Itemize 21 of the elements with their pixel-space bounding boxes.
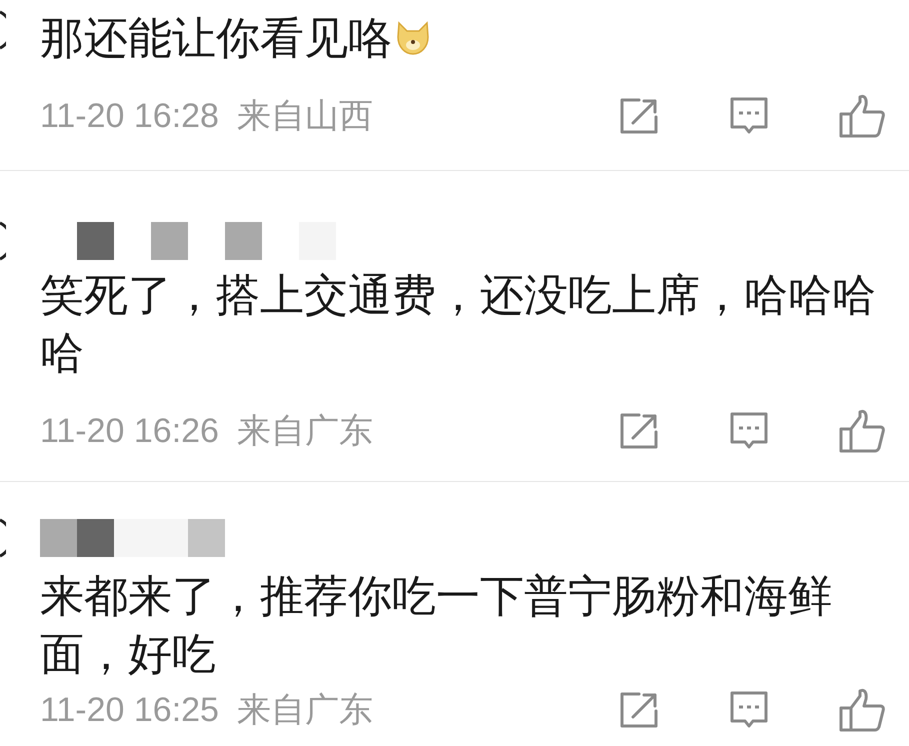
comment-time: 11-20 16:26 [40, 410, 219, 452]
comment-icon[interactable] [729, 96, 769, 136]
comment-location: 来自广东 [236, 690, 373, 730]
comment-time: 11-20 16:28 [40, 96, 219, 136]
comment-text: 那还能让你看见咯 [40, 14, 392, 63]
avatar-edge-icon [0, 518, 6, 558]
thumbs-up-icon[interactable] [839, 688, 885, 732]
comment-location: 来自广东 [236, 410, 373, 452]
comment-icon[interactable] [729, 690, 769, 730]
comment-text: 笑死了，搭上交通费，还没吃上席，哈哈哈哈 [40, 271, 876, 378]
comment-icon[interactable] [729, 411, 769, 451]
thumbs-up-icon[interactable] [839, 409, 885, 453]
share-icon[interactable] [619, 97, 659, 135]
comment-time: 11-20 16:25 [40, 690, 219, 730]
avatar-edge-icon [0, 221, 6, 261]
avatar-edge-icon [0, 10, 6, 50]
thumbs-up-icon[interactable] [839, 94, 885, 138]
comment-location: 来自山西 [236, 96, 373, 136]
share-icon[interactable] [619, 412, 659, 450]
comment-text: 来都来了，推荐你吃一下普宁肠粉和海鲜面，好吃 [40, 572, 832, 679]
share-icon[interactable] [619, 691, 659, 729]
